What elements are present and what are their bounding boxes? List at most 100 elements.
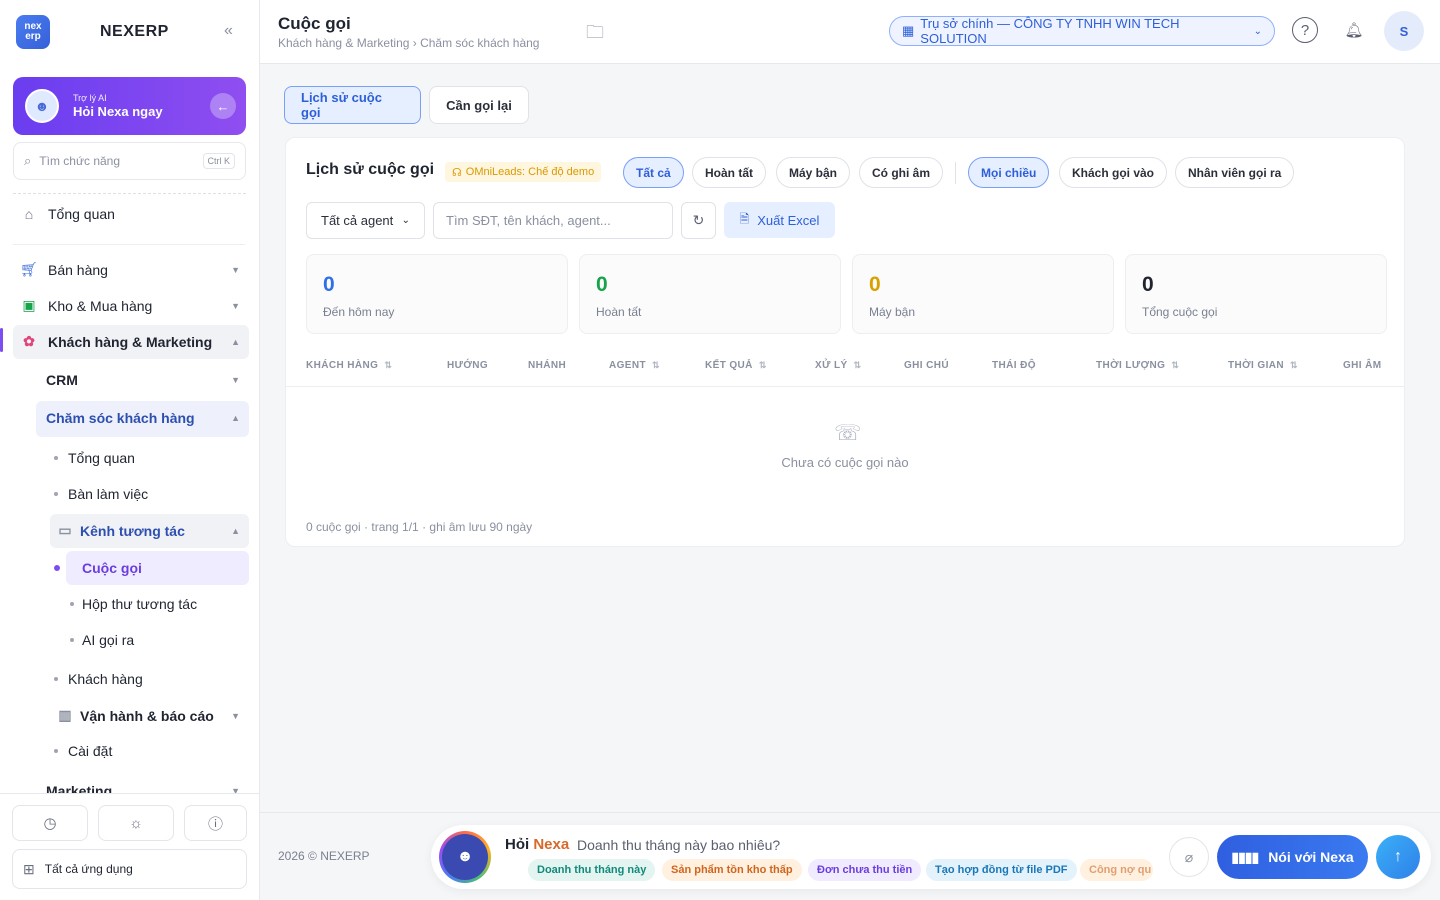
sidebar-item-crm-marketing[interactable]: ✿ Khách hàng & Marketing ▲ — [20, 333, 240, 350]
help-icon[interactable]: ? — [1292, 17, 1318, 43]
column-header-agent[interactable]: AGENT ⇅ — [609, 360, 660, 371]
theme-button[interactable]: ☼ — [98, 805, 174, 841]
sidebar-item-settings[interactable]: Cài đặt — [54, 743, 112, 759]
column-label: KHÁCH HÀNG — [306, 360, 379, 371]
chevron-down-icon: ▼ — [231, 786, 240, 793]
suggestion-chip[interactable]: Đơn chưa thu tiền — [808, 859, 922, 881]
column-label: NHÁNH — [528, 360, 567, 371]
column-label: HƯỚNG — [447, 360, 489, 371]
sidebar-item-customers[interactable]: Khách hàng — [54, 671, 143, 687]
sidebar-item-label: Vận hành & báo cáo — [80, 707, 214, 724]
all-apps-button[interactable]: ⊞ Tất cả ứng dụng — [12, 849, 247, 889]
filter-chip-all-directions[interactable]: Mọi chiều — [968, 157, 1050, 188]
sidebar-item-ai-call[interactable]: AI gọi ra — [70, 632, 134, 648]
chevron-down-icon: ▼ — [231, 300, 240, 311]
stat-today: 0 Đến hôm nay — [306, 254, 568, 334]
empty-state-text: Chưa có cuộc gọi nào — [781, 455, 909, 470]
sidebar-item-label: Khách hàng — [68, 671, 143, 687]
sidebar-item-marketing[interactable]: Marketing ▼ — [46, 783, 240, 793]
arrow-left-icon[interactable]: ← — [210, 93, 236, 119]
folder-icon[interactable]: 🗀 — [586, 20, 604, 50]
bell-icon[interactable]: 🔔︎ — [1341, 17, 1367, 43]
call-history-card: Lịch sử cuộc gọi ☊ OMniLeads: Chế độ dem… — [285, 137, 1405, 547]
sidebar-item-label: Tổng quan — [68, 450, 135, 466]
export-excel-button[interactable]: 🗎 Xuất Excel — [724, 202, 835, 238]
nexa-ask-title: Hỏi Nexa — [505, 836, 569, 853]
sort-icon: ⇅ — [652, 360, 660, 370]
sidebar-item-ops-reports[interactable]: ▥ Vận hành & báo cáo ▼ — [56, 707, 240, 724]
sidebar-item-inbox[interactable]: Hộp thư tương tác — [70, 596, 197, 612]
nexa-avatar: ☻ — [439, 831, 491, 883]
shortcut-badge: Ctrl K — [202, 153, 235, 169]
flower-icon: ✿ — [23, 333, 35, 349]
page-title: Cuộc gọi — [278, 14, 351, 33]
function-search-input[interactable]: ⌕ Tìm chức năng Ctrl K — [13, 142, 246, 180]
filter-chip-outbound[interactable]: Nhân viên gọi ra — [1175, 157, 1295, 188]
column-header-handling[interactable]: XỬ LÝ ⇅ — [815, 360, 861, 371]
stat-value: 0 — [869, 273, 881, 296]
sidebar-item-care-overview[interactable]: Tổng quan — [54, 450, 135, 466]
talk-label: Nói với Nexa — [1268, 849, 1354, 865]
copyright: 2026 © NEXERP — [278, 849, 370, 863]
grid-icon: ⊞ — [23, 860, 35, 877]
column-header-time[interactable]: THỜI GIAN ⇅ — [1228, 360, 1298, 371]
tab-callback[interactable]: Cần gọi lại — [429, 86, 529, 124]
bullet — [70, 638, 74, 642]
chevron-up-icon: ▲ — [231, 336, 240, 347]
robot-icon: ☻ — [442, 834, 488, 880]
sort-icon: ⇅ — [1171, 360, 1180, 370]
avatar[interactable]: S — [1384, 11, 1424, 51]
column-header-result[interactable]: KẾT QUẢ ⇅ — [705, 360, 767, 371]
breadcrumb: Khách hàng & Marketing › Chăm sóc khách … — [278, 36, 540, 50]
branch-selector[interactable]: ▦ Trụ sở chính — CÔNG TY TNHH WIN TECH S… — [889, 16, 1275, 46]
sidebar-item-overview[interactable]: ⌂ Tổng quan — [20, 206, 115, 222]
chevron-up-icon: ▲ — [231, 525, 240, 536]
call-search-input[interactable]: Tìm SĐT, tên khách, agent... — [433, 202, 673, 239]
column-header-customer[interactable]: KHÁCH HÀNG ⇅ — [306, 360, 392, 371]
collapse-sidebar-icon[interactable]: « — [224, 22, 233, 40]
card-title: Lịch sử cuộc gọi — [306, 161, 435, 178]
alert-button[interactable]: ⓘ — [184, 805, 247, 841]
sidebar-item-channels[interactable]: ▭ Kênh tương tác ▲ — [56, 522, 240, 539]
suggestion-chip[interactable]: Sản phẩm tồn kho thấp — [662, 859, 802, 881]
talk-to-nexa-button[interactable]: ▮▮▮▮ Nói với Nexa — [1217, 835, 1368, 879]
chevron-down-icon: ⌄ — [1253, 25, 1262, 37]
sidebar-item-label: Marketing — [46, 783, 113, 793]
ask-name: Nexa — [533, 836, 570, 853]
divider — [286, 386, 1404, 387]
sidebar-item-crm[interactable]: CRM ▼ — [46, 372, 240, 388]
agent-select-value: Tất cả agent — [321, 213, 394, 228]
suggestion-chip[interactable]: Công nợ qu — [1080, 859, 1153, 881]
column-header-duration[interactable]: THỜI LƯỢNG ⇅ — [1096, 360, 1179, 371]
sidebar-item-workspace[interactable]: Bàn làm việc — [54, 486, 148, 502]
stat-total: 0 Tổng cuộc gọi — [1125, 254, 1387, 334]
column-label: XỬ LÝ — [815, 360, 848, 371]
sidebar-item-customer-care[interactable]: Chăm sóc khách hàng ▲ — [46, 410, 240, 426]
logo[interactable]: nex erp — [16, 15, 50, 49]
nexa-prompt-bar: ☻ Hỏi Nexa Doanh thu tháng này bao nhiêu… — [431, 825, 1431, 889]
all-apps-label: Tất cả ứng dụng — [44, 862, 133, 876]
refresh-button[interactable]: ↻ — [681, 202, 716, 239]
filter-chip-recorded[interactable]: Có ghi âm — [859, 157, 944, 188]
nexa-question-input[interactable]: Doanh thu tháng này bao nhiêu? — [577, 837, 780, 853]
active-dot — [54, 565, 60, 571]
filter-chip-busy[interactable]: Máy bận — [776, 157, 851, 188]
sidebar-item-sales[interactable]: 🛒︎ Bán hàng ▼ — [20, 261, 240, 278]
sidebar-item-calls[interactable]: Cuộc gọi — [82, 560, 142, 576]
arrow-up-icon: ↑ — [1394, 848, 1402, 865]
agent-select[interactable]: Tất cả agent ⌄ — [306, 202, 425, 239]
sidebar-item-label: AI gọi ra — [82, 632, 135, 648]
column-header-direction: HƯỚNG — [447, 360, 488, 371]
sidebar-item-inventory[interactable]: ▣ Kho & Mua hàng ▼ — [20, 297, 240, 314]
suggestion-chip[interactable]: Doanh thu tháng này — [528, 859, 656, 881]
paperclip-icon[interactable]: ⌀ — [1169, 837, 1209, 877]
tab-call-history[interactable]: Lịch sử cuộc gọi — [284, 86, 421, 124]
suggestion-chip[interactable]: Tạo hợp đồng từ file PDF — [926, 859, 1077, 881]
ai-assistant-card[interactable]: ☻ Trợ lý AI Hỏi Nexa ngay ← — [13, 77, 246, 135]
history-button[interactable]: ◷ — [12, 805, 88, 841]
filter-chip-inbound[interactable]: Khách gọi vào — [1059, 157, 1168, 188]
filter-chip-completed[interactable]: Hoàn tất — [692, 157, 766, 188]
send-button[interactable]: ↑ — [1376, 835, 1420, 879]
filter-chip-all[interactable]: Tất cả — [623, 157, 684, 188]
brand: nex erp NEXERP — [0, 0, 259, 64]
